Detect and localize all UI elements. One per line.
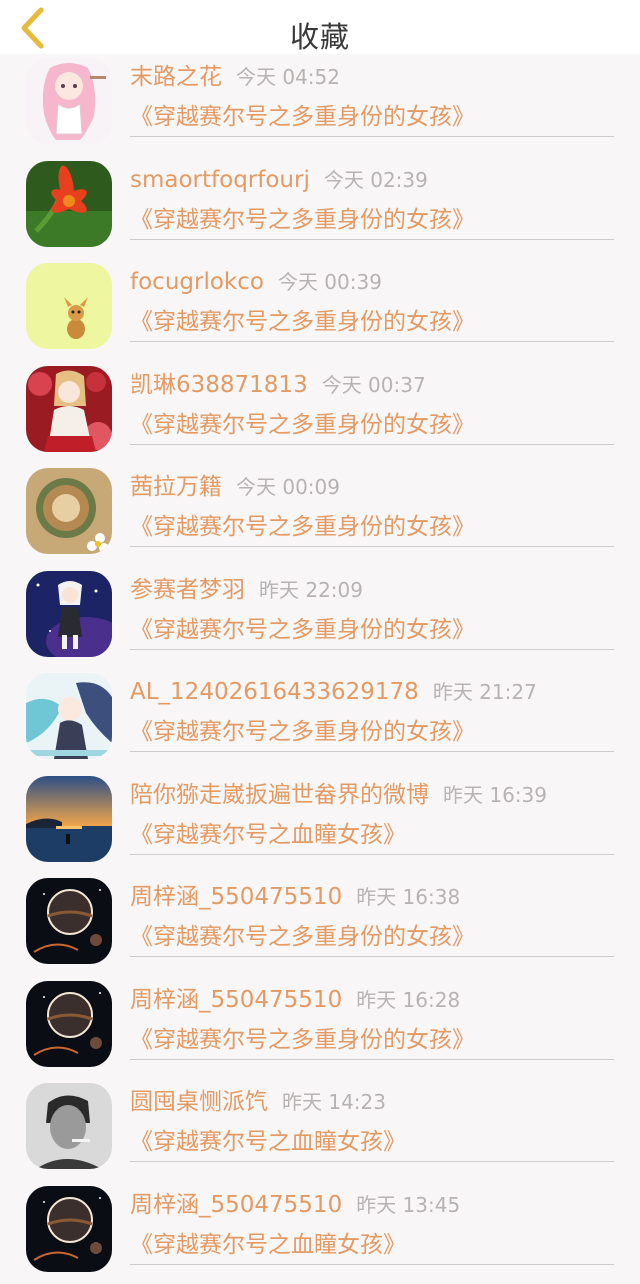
divider xyxy=(130,649,614,650)
book-title[interactable]: 《穿越赛尔号之多重身份的女孩》 xyxy=(130,922,475,952)
list-item[interactable]: smaortfoqrfourj 今天 02:39 《穿越赛尔号之多重身份的女孩》 xyxy=(0,157,640,260)
timestamp: 今天 04:52 xyxy=(236,65,340,89)
book-title[interactable]: 《穿越赛尔号之多重身份的女孩》 xyxy=(130,1025,475,1055)
timestamp: 今天 00:09 xyxy=(236,475,340,499)
username[interactable]: 茜拉万籍 xyxy=(130,474,222,500)
divider xyxy=(130,1059,614,1060)
timestamp: 今天 00:39 xyxy=(278,270,382,294)
divider xyxy=(130,1161,614,1162)
list-item[interactable]: AL_12402616433629178 昨天 21:27 《穿越赛尔号之多重身份… xyxy=(0,669,640,772)
yellow-mascot-avatar xyxy=(26,263,112,349)
list-item[interactable]: 茜拉万籍今天 00:09 《穿越赛尔号之多重身份的女孩》 xyxy=(0,464,640,567)
list-item[interactable]: 参赛者梦羽昨天 22:09 《穿越赛尔号之多重身份的女孩》 xyxy=(0,567,640,670)
timestamp: 昨天 13:45 xyxy=(356,1193,460,1217)
timestamp: 昨天 16:39 xyxy=(443,783,547,807)
item-meta: 陪你猕走崴扳遍世畚界的微博昨天 16:39 xyxy=(130,780,547,810)
list-item[interactable]: 凯琳638871813 今天 00:37 《穿越赛尔号之多重身份的女孩》 xyxy=(0,362,640,465)
item-meta: 凯琳638871813 今天 00:37 xyxy=(130,370,426,400)
book-title[interactable]: 《穿越赛尔号之多重身份的女孩》 xyxy=(130,205,475,235)
book-title[interactable]: 《穿越赛尔号之多重身份的女孩》 xyxy=(130,307,475,337)
planet-eclipse-avatar xyxy=(26,878,112,964)
item-meta: AL_12402616433629178 昨天 21:27 xyxy=(130,677,537,707)
favorites-list: 末路之花今天 04:52 《穿越赛尔号之多重身份的女孩》 smaort xyxy=(0,54,640,1284)
username[interactable]: 圆囤桌恻派饩 xyxy=(130,1089,268,1115)
timestamp: 昨天 16:38 xyxy=(356,885,460,909)
list-item[interactable]: 陪你猕走崴扳遍世畚界的微博昨天 16:39 《穿越赛尔号之血瞳女孩》 xyxy=(0,772,640,875)
divider xyxy=(130,239,614,240)
red-lily-avatar xyxy=(26,161,112,247)
item-meta: focugrlokco 今天 00:39 xyxy=(130,267,382,297)
divider xyxy=(130,956,614,957)
timestamp: 昨天 21:27 xyxy=(433,680,537,704)
divider xyxy=(130,546,614,547)
list-item[interactable]: 末路之花今天 04:52 《穿越赛尔号之多重身份的女孩》 xyxy=(0,54,640,157)
divider xyxy=(130,444,614,445)
divider xyxy=(130,1264,614,1265)
timestamp: 昨天 22:09 xyxy=(259,578,363,602)
planet-eclipse-avatar xyxy=(26,981,112,1067)
item-meta: 茜拉万籍今天 00:09 xyxy=(130,472,340,502)
list-item[interactable]: focugrlokco 今天 00:39 《穿越赛尔号之多重身份的女孩》 xyxy=(0,259,640,362)
divider xyxy=(130,854,614,855)
username[interactable]: 陪你猕走崴扳遍世畚界的微博 xyxy=(130,782,429,808)
username[interactable]: 凯琳638871813 xyxy=(130,372,308,398)
page-title: 收藏 xyxy=(0,14,640,56)
anime-girl-flowers-avatar xyxy=(26,366,112,452)
book-title[interactable]: 《穿越赛尔号之血瞳女孩》 xyxy=(130,1127,406,1157)
anime-blue-hair-avatar xyxy=(26,673,112,759)
item-meta: 参赛者梦羽昨天 22:09 xyxy=(130,575,363,605)
anime-character-space-avatar xyxy=(26,571,112,657)
book-title[interactable]: 《穿越赛尔号之多重身份的女孩》 xyxy=(130,410,475,440)
book-title[interactable]: 《穿越赛尔号之多重身份的女孩》 xyxy=(130,717,475,747)
man-smoking-avatar xyxy=(26,1083,112,1169)
anime-girl-avatar xyxy=(26,58,112,144)
username[interactable]: 末路之花 xyxy=(130,64,222,90)
nav-bar: 收藏 xyxy=(0,0,640,54)
username[interactable]: focugrlokco xyxy=(130,269,264,295)
timestamp: 昨天 14:23 xyxy=(282,1090,386,1114)
book-title[interactable]: 《穿越赛尔号之血瞳女孩》 xyxy=(130,820,406,850)
username[interactable]: 周梓涵_550475510 xyxy=(130,884,342,910)
list-item[interactable]: 周梓涵_550475510 昨天 16:28 《穿越赛尔号之多重身份的女孩》 xyxy=(0,977,640,1080)
list-item[interactable]: 周梓涵_550475510 昨天 13:45 《穿越赛尔号之血瞳女孩》 xyxy=(0,1182,640,1284)
item-meta: smaortfoqrfourj 今天 02:39 xyxy=(130,165,428,195)
planet-eclipse-avatar xyxy=(26,1186,112,1272)
username[interactable]: 周梓涵_550475510 xyxy=(130,1192,342,1218)
book-title[interactable]: 《穿越赛尔号之多重身份的女孩》 xyxy=(130,102,475,132)
book-title[interactable]: 《穿越赛尔号之血瞳女孩》 xyxy=(130,1230,406,1260)
username[interactable]: smaortfoqrfourj xyxy=(130,167,310,193)
username[interactable]: 周梓涵_550475510 xyxy=(130,987,342,1013)
username[interactable]: 参赛者梦羽 xyxy=(130,577,245,603)
coffee-cup-avatar xyxy=(26,468,112,554)
book-title[interactable]: 《穿越赛尔号之多重身份的女孩》 xyxy=(130,615,475,645)
divider xyxy=(130,341,614,342)
list-item[interactable]: 圆囤桌恻派饩昨天 14:23 《穿越赛尔号之血瞳女孩》 xyxy=(0,1079,640,1182)
divider xyxy=(130,751,614,752)
item-meta: 周梓涵_550475510 昨天 16:28 xyxy=(130,985,460,1015)
divider xyxy=(130,136,614,137)
timestamp: 今天 02:39 xyxy=(324,168,428,192)
item-meta: 周梓涵_550475510 昨天 13:45 xyxy=(130,1190,460,1220)
item-meta: 末路之花今天 04:52 xyxy=(130,62,340,92)
book-title[interactable]: 《穿越赛尔号之多重身份的女孩》 xyxy=(130,512,475,542)
username[interactable]: AL_12402616433629178 xyxy=(130,679,419,705)
item-meta: 周梓涵_550475510 昨天 16:38 xyxy=(130,882,460,912)
list-item[interactable]: 周梓涵_550475510 昨天 16:38 《穿越赛尔号之多重身份的女孩》 xyxy=(0,874,640,977)
timestamp: 昨天 16:28 xyxy=(356,988,460,1012)
timestamp: 今天 00:37 xyxy=(322,373,426,397)
item-meta: 圆囤桌恻派饩昨天 14:23 xyxy=(130,1087,386,1117)
sunset-sea-avatar xyxy=(26,776,112,862)
